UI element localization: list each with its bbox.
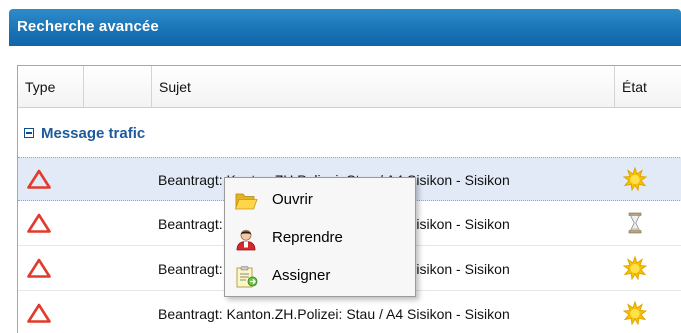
column-header-subject-label: Sujet <box>159 79 191 95</box>
folder-open-icon <box>234 193 258 210</box>
warning-triangle-icon <box>27 213 51 233</box>
column-header-type[interactable]: Type <box>18 66 84 107</box>
panel-title: Recherche avancée <box>17 18 159 35</box>
row-subject: Beantragt: Kanton.ZH.Polizei: Stau / A4 … <box>158 306 510 322</box>
menu-item-label: Reprendre <box>272 229 343 246</box>
column-header-state-label: État <box>622 79 647 95</box>
hourglass-icon <box>628 212 642 234</box>
column-header-type-label: Type <box>25 79 56 95</box>
group-label: Message trafic <box>41 125 146 142</box>
warning-triangle-icon <box>27 169 51 189</box>
context-menu: Ouvrir Reprendre Assigner <box>224 177 416 297</box>
menu-item-label: Assigner <box>272 267 331 284</box>
grid-header: Type Sujet État <box>18 66 681 108</box>
sun-icon <box>623 256 647 280</box>
user-icon <box>236 229 256 251</box>
group-row-message-trafic[interactable]: Message trafic <box>18 108 681 157</box>
warning-triangle-icon <box>27 303 51 323</box>
warning-triangle-icon <box>27 258 51 278</box>
assign-note-icon <box>236 266 258 288</box>
menu-item-assign[interactable]: Assigner <box>226 258 414 294</box>
column-header-extra[interactable] <box>84 66 152 107</box>
sun-icon <box>623 167 647 191</box>
column-header-subject[interactable]: Sujet <box>152 66 615 107</box>
panel-header: Recherche avancée <box>9 9 681 46</box>
menu-item-label: Ouvrir <box>272 191 313 208</box>
menu-item-resume[interactable]: Reprendre <box>226 220 414 256</box>
table-row[interactable]: Beantragt: Kanton.ZH.Polizei: Stau / A4 … <box>18 292 681 333</box>
column-header-state[interactable]: État <box>615 66 681 107</box>
menu-item-open[interactable]: Ouvrir <box>226 182 414 218</box>
sun-icon <box>623 301 647 325</box>
collapse-icon[interactable] <box>24 128 34 138</box>
